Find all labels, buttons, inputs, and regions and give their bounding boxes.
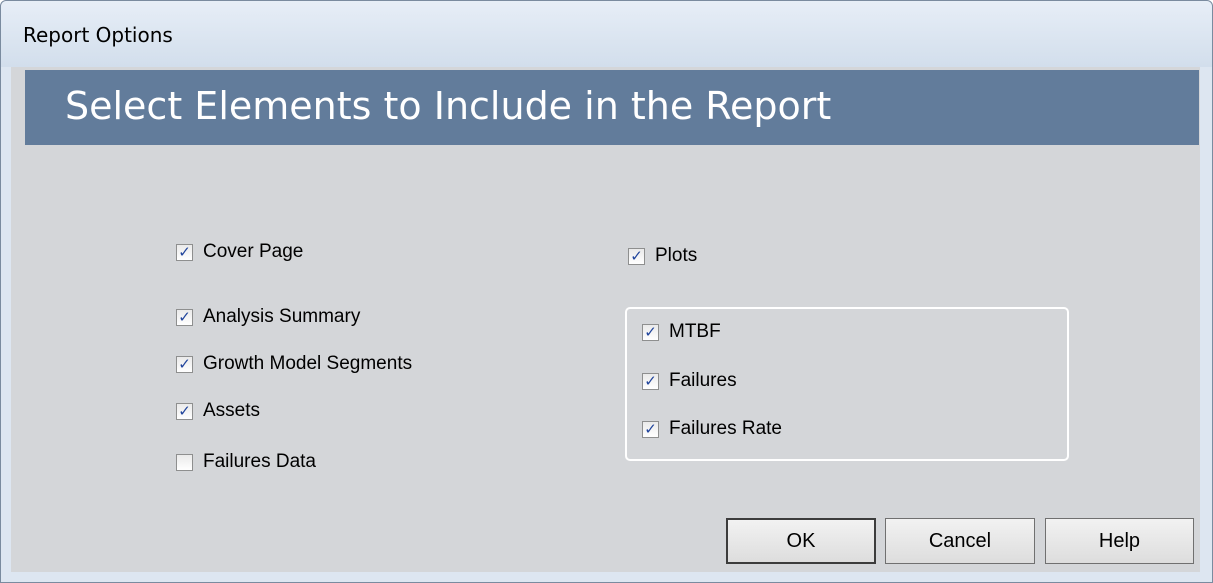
failures-data-checkbox[interactable]: ✓ Failures Data bbox=[176, 449, 316, 475]
failures-checkbox[interactable]: ✓ Failures bbox=[642, 368, 737, 394]
mtbf-checkbox[interactable]: ✓ MTBF bbox=[642, 319, 721, 345]
failures-rate-checkbox[interactable]: ✓ Failures Rate bbox=[642, 416, 782, 442]
analysis-summary-checkbox[interactable]: ✓ Analysis Summary bbox=[176, 304, 360, 330]
checkbox-label: Plots bbox=[655, 245, 698, 266]
check-mark-icon: ✓ bbox=[178, 307, 191, 326]
checkbox-box[interactable]: ✓ bbox=[176, 307, 193, 326]
cover-page-checkbox[interactable]: ✓ Cover Page bbox=[176, 239, 303, 265]
checkbox-label: Growth Model Segments bbox=[203, 353, 413, 374]
help-button[interactable]: Help bbox=[1045, 518, 1194, 564]
report-options-dialog: Report Options Select Elements to Includ… bbox=[0, 0, 1213, 583]
checkbox-box[interactable]: ✓ bbox=[642, 322, 659, 341]
check-mark-icon: ✓ bbox=[178, 401, 191, 420]
checkbox-box[interactable]: ✓ bbox=[176, 401, 193, 420]
header-title: Select Elements to Include in the Report bbox=[65, 84, 832, 128]
checkbox-box[interactable]: ✓ bbox=[642, 419, 659, 438]
ok-button[interactable]: OK bbox=[726, 518, 876, 564]
check-mark-icon: ✓ bbox=[644, 419, 657, 438]
checkbox-box[interactable]: ✓ bbox=[176, 453, 193, 471]
checkbox-box[interactable]: ✓ bbox=[176, 354, 193, 373]
checkbox-label: Failures bbox=[669, 370, 737, 391]
checkbox-label: Assets bbox=[203, 400, 261, 421]
checkbox-box[interactable]: ✓ bbox=[628, 246, 645, 265]
window-title: Report Options bbox=[23, 23, 173, 47]
cancel-button[interactable]: Cancel bbox=[885, 518, 1035, 564]
check-mark-icon: ✓ bbox=[644, 371, 657, 390]
assets-checkbox[interactable]: ✓ Assets bbox=[176, 398, 260, 424]
dialog-body: Select Elements to Include in the Report… bbox=[11, 67, 1200, 572]
header-banner: Select Elements to Include in the Report bbox=[25, 70, 1199, 145]
checkbox-label: Cover Page bbox=[203, 241, 304, 262]
check-mark-icon: ✓ bbox=[644, 322, 657, 341]
plots-checkbox[interactable]: ✓ Plots bbox=[628, 243, 697, 269]
check-mark-icon: ✓ bbox=[178, 354, 191, 373]
title-bar[interactable]: Report Options bbox=[1, 1, 1212, 67]
growth-model-segments-checkbox[interactable]: ✓ Growth Model Segments bbox=[176, 351, 412, 377]
checkbox-label: Analysis Summary bbox=[203, 306, 361, 327]
checkbox-label: Failures Data bbox=[203, 451, 316, 472]
check-mark-icon: ✓ bbox=[630, 246, 643, 265]
checkbox-box[interactable]: ✓ bbox=[642, 371, 659, 390]
checkbox-label: Failures Rate bbox=[669, 418, 782, 439]
checkbox-box[interactable]: ✓ bbox=[176, 242, 193, 261]
check-mark-icon: ✓ bbox=[178, 242, 191, 261]
checkbox-label: MTBF bbox=[669, 321, 721, 342]
